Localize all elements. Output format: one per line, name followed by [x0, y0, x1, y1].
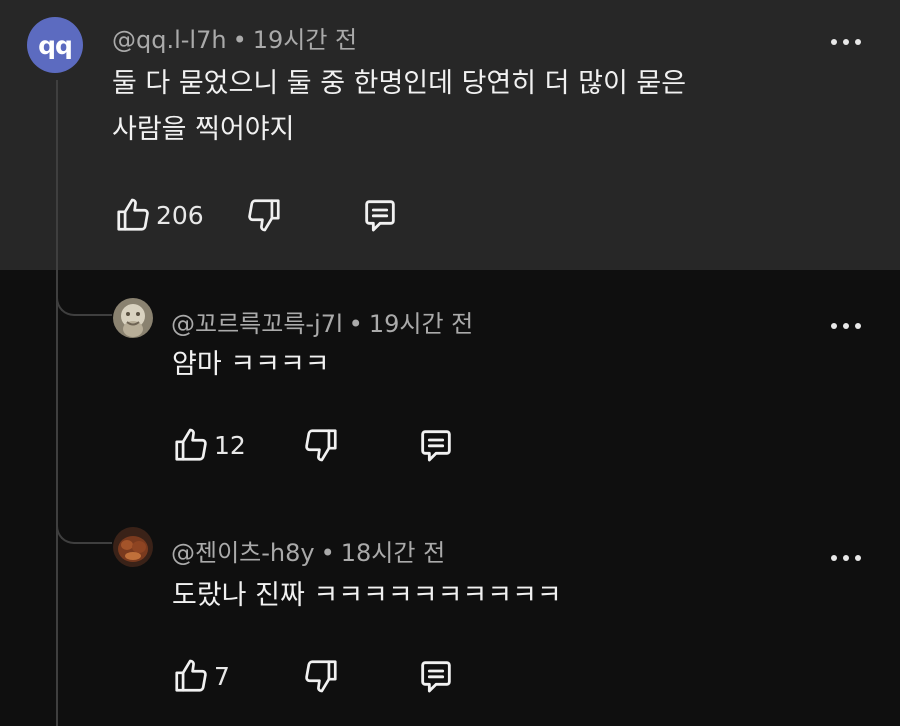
like-count: 7: [214, 661, 230, 691]
thumbs-up-icon: [175, 428, 207, 461]
more-options-icon[interactable]: [831, 36, 861, 48]
thumbs-down-icon: [305, 429, 337, 462]
dislike-button[interactable]: [302, 425, 340, 465]
comment-meta: @젠이츠-h8y • 18시간 전: [171, 533, 445, 568]
author-name[interactable]: @젠이츠-h8y: [171, 539, 315, 567]
comment-text-line: 사람을 찍어야지: [112, 114, 295, 145]
like-button[interactable]: 206: [114, 195, 204, 235]
comment-meta: @꼬르륵꼬륵-j7l • 19시간 전: [171, 304, 473, 339]
dislike-button[interactable]: [302, 656, 340, 696]
reply-button[interactable]: [360, 195, 400, 235]
comment-thread: qq @qq.l-l7h • 19시간 전 둘 다 묻었으니 둘 중 한명인데 당연…: [0, 0, 900, 726]
like-button[interactable]: 12: [172, 425, 246, 465]
thread-branch: [56, 278, 112, 316]
thread-line: [56, 80, 58, 726]
dislike-button[interactable]: [245, 195, 283, 235]
avatar[interactable]: qq: [27, 17, 83, 73]
comment-time[interactable]: 18시간 전: [341, 539, 445, 567]
meta-separator: •: [320, 539, 335, 567]
like-count: 12: [214, 430, 246, 460]
meta-separator: •: [232, 26, 247, 54]
comment-text-line: 둘 다 묻었으니 둘 중 한명인데 당연히 더 많이 묻은: [112, 68, 687, 99]
thumbs-up-icon: [175, 659, 207, 692]
more-options-icon[interactable]: [831, 552, 861, 564]
reply-icon: [365, 200, 395, 232]
meta-separator: •: [348, 310, 363, 338]
reply-icon: [421, 430, 451, 462]
author-name[interactable]: @qq.l-l7h: [112, 26, 227, 54]
avatar[interactable]: [113, 298, 153, 338]
like-button[interactable]: 7: [172, 656, 230, 696]
thread-branch: [56, 506, 112, 544]
reply-icon: [421, 661, 451, 693]
avatar-photo: [113, 298, 153, 338]
like-count: 206: [156, 200, 204, 230]
reply-button[interactable]: [416, 656, 456, 696]
author-name[interactable]: @꼬르륵꼬륵-j7l: [171, 310, 343, 338]
comment-time[interactable]: 19시간 전: [253, 26, 357, 54]
thumbs-down-icon: [248, 199, 280, 232]
comment-text: 도랐나 진짜 ㅋㅋㅋㅋㅋㅋㅋㅋㅋㅋ: [172, 580, 562, 611]
thumbs-up-icon: [117, 198, 149, 231]
comment-meta: @qq.l-l7h • 19시간 전: [112, 20, 357, 55]
reply-button[interactable]: [416, 425, 456, 465]
avatar-photo: [113, 527, 153, 567]
comment-time[interactable]: 19시간 전: [369, 310, 473, 338]
more-options-icon[interactable]: [831, 320, 861, 332]
comment-text: 둘 다 묻었으니 둘 중 한명인데 당연히 더 많이 묻은 사람을 찍어야지: [112, 61, 686, 153]
thumbs-down-icon: [305, 660, 337, 693]
avatar[interactable]: [113, 527, 153, 567]
comment-text: 얌마 ㅋㅋㅋㅋ: [172, 349, 330, 380]
